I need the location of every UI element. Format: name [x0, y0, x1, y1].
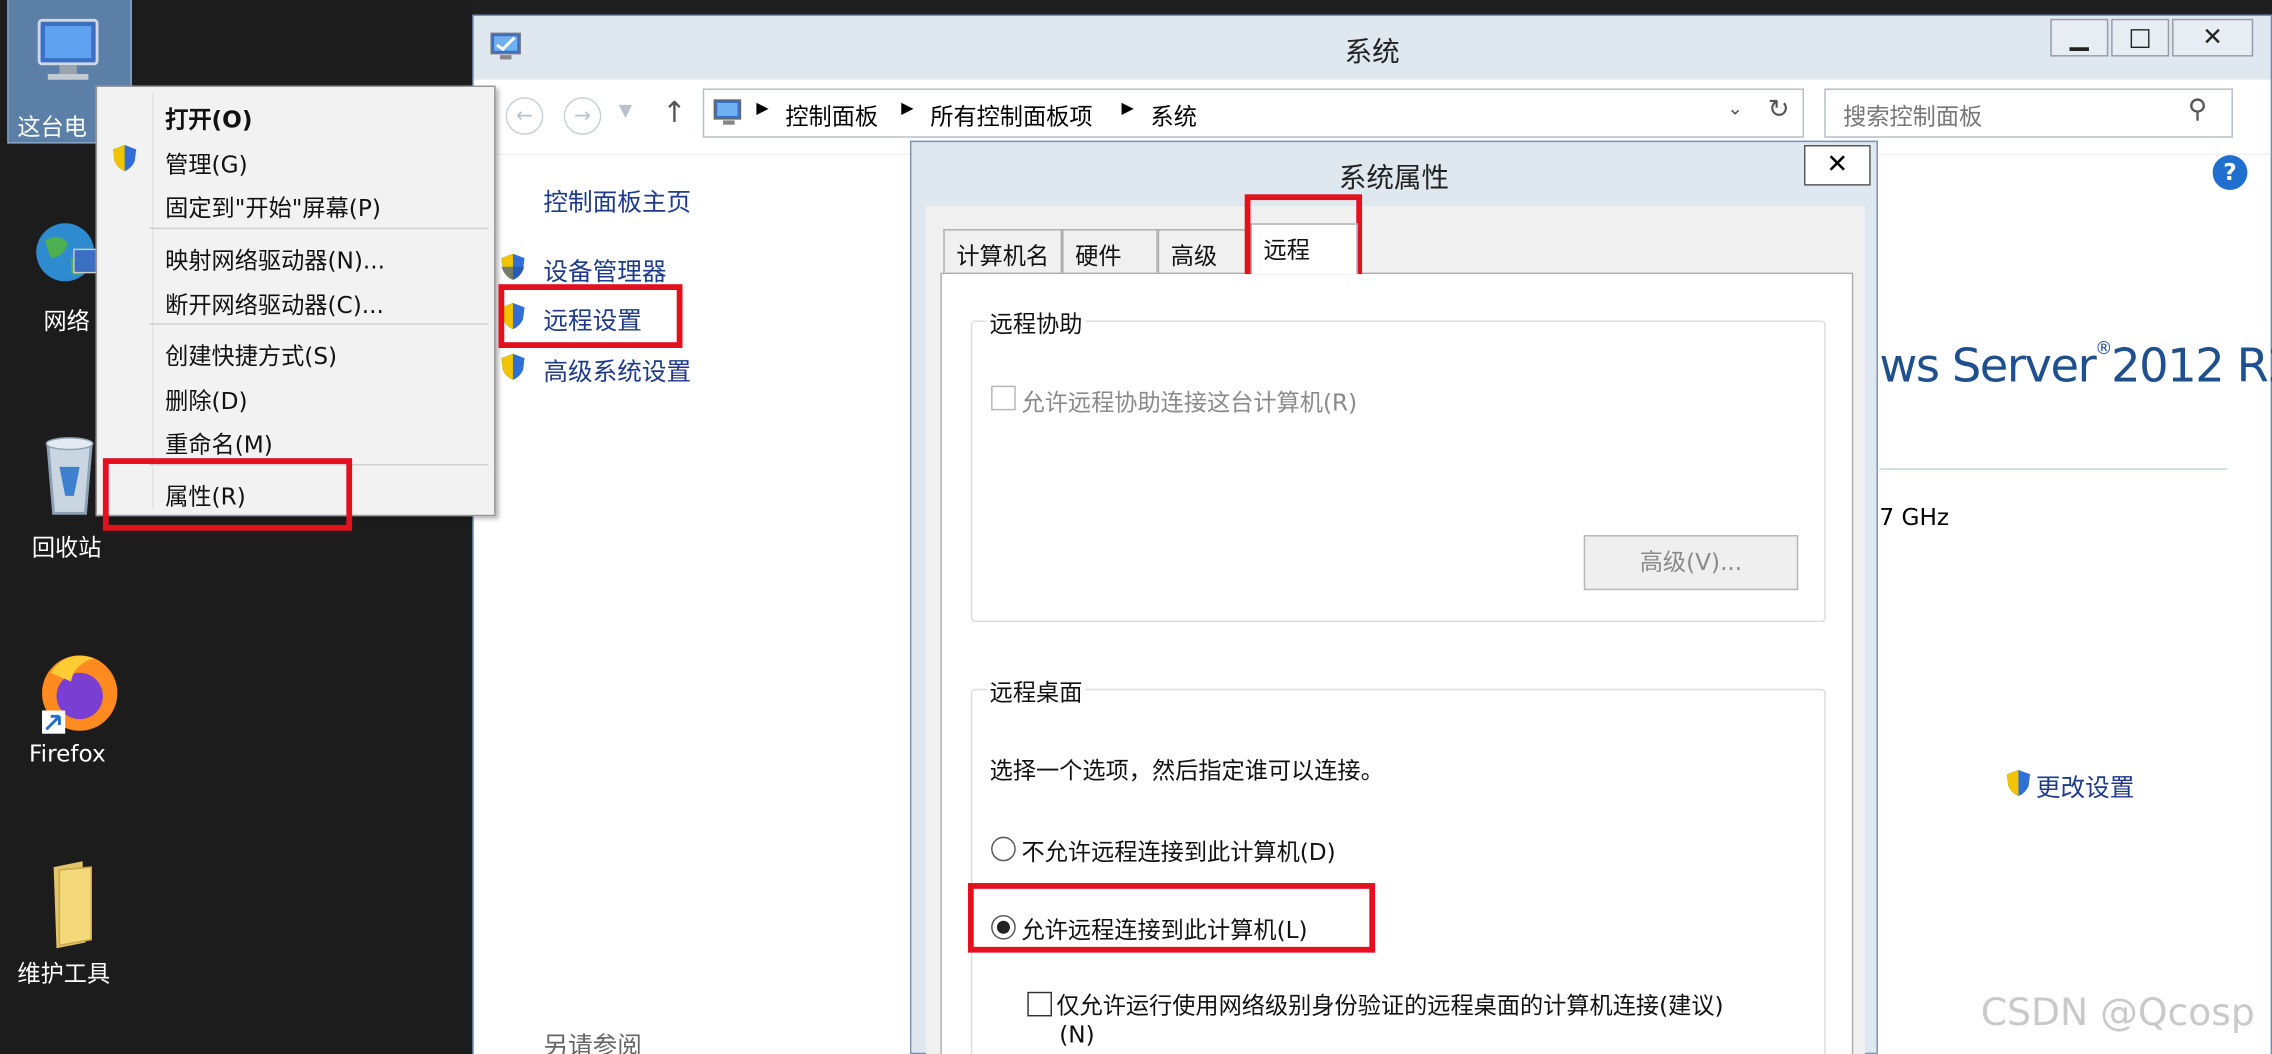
- system-properties-dialog: 系统属性 ✕ 计算机名 硬件 高级 远程 远程协助 允许远程协助连接这台计算机(…: [909, 140, 1878, 1054]
- menu-item-pin-start[interactable]: 固定到"开始"屏幕(P): [165, 189, 381, 224]
- desktop-icon-maintenance-folder[interactable]: 维护工具: [9, 858, 131, 989]
- desktop-icon-label: 这台电: [17, 113, 87, 141]
- shield-icon: [501, 353, 525, 380]
- desktop-icon-label: Firefox: [28, 739, 106, 768]
- breadcrumb-separator-icon: ▶: [756, 98, 769, 118]
- remote-desktop-instruction: 选择一个选项，然后指定谁可以连接。: [989, 756, 1384, 785]
- forward-arrow-icon[interactable]: →: [563, 97, 602, 135]
- advanced-button[interactable]: 高级(V)...: [1583, 535, 1799, 591]
- search-input[interactable]: 搜索控制面板 ⚲: [1824, 88, 2233, 138]
- recent-dropdown-icon[interactable]: ▼: [619, 100, 632, 120]
- remote-assistance-group: 远程协助 允许远程协助连接这台计算机(R) 高级(V)...: [970, 304, 1826, 623]
- menu-item-open[interactable]: 打开(O): [165, 100, 252, 135]
- menu-separator: [149, 227, 489, 230]
- breadcrumb-separator-icon: ▶: [1121, 98, 1134, 118]
- close-button[interactable]: ✕: [2172, 18, 2254, 57]
- menu-item-disconnect-drive[interactable]: 断开网络驱动器(C)...: [165, 286, 384, 321]
- context-menu: 打开(O) 管理(G) 固定到"开始"屏幕(P) 映射网络驱动器(N)... 断…: [95, 85, 496, 517]
- dialog-content: 计算机名 硬件 高级 远程 远程协助 允许远程协助连接这台计算机(R) 高级(V…: [925, 205, 1865, 1054]
- disallow-remote-label: 不允许远程连接到此计算机(D): [1021, 838, 1336, 866]
- cpu-speed: 7 GHz: [1879, 503, 1950, 531]
- desktop-icon-firefox[interactable]: Firefox: [9, 644, 131, 767]
- advanced-system-settings-link[interactable]: 高级系统设置: [543, 351, 691, 387]
- refresh-icon[interactable]: ↻: [1768, 94, 1790, 124]
- screen: 这台电 网络 回收站 Firefox 维护工具 系统 ▁ □ ✕ ← → ▼ ↑…: [0, 0, 2272, 1054]
- search-placeholder: 搜索控制面板: [1843, 102, 1983, 131]
- allow-remote-radio[interactable]: [991, 914, 1016, 940]
- remote-settings-link[interactable]: 远程设置: [543, 300, 642, 336]
- tab-remote[interactable]: 远程: [1250, 223, 1358, 275]
- remote-assistance-label: 远程协助: [986, 304, 1086, 340]
- menu-gutter: [152, 92, 154, 509]
- system-window-titlebar[interactable]: 系统 ▁ □ ✕: [473, 15, 2271, 80]
- menu-item-properties[interactable]: 属性(R): [165, 477, 246, 512]
- tab-computer-name[interactable]: 计算机名: [943, 229, 1063, 273]
- folder-icon: [30, 858, 108, 949]
- remote-desktop-group: 远程桌面 选择一个选项，然后指定谁可以连接。 不允许远程连接到此计算机(D) 允…: [970, 672, 1826, 1054]
- change-settings-link[interactable]: 更改设置: [2036, 767, 2135, 803]
- allow-remote-label: 允许远程连接到此计算机(L): [1021, 916, 1308, 944]
- nla-only-label-shortcut: (N): [1059, 1020, 1095, 1049]
- tab-hardware[interactable]: 硬件: [1062, 229, 1158, 273]
- nla-only-label: 仅允许运行使用网络级别身份验证的远程桌面的计算机连接(建议): [1056, 991, 1724, 1020]
- tab-advanced[interactable]: 高级: [1157, 229, 1248, 273]
- os-version: 2012 R2: [2111, 337, 2272, 393]
- help-icon[interactable]: ?: [2212, 155, 2248, 190]
- os-brand-name: ws Server: [1879, 337, 2096, 393]
- menu-item-create-shortcut[interactable]: 创建快捷方式(S): [165, 336, 337, 371]
- menu-separator: [149, 464, 489, 466]
- breadcrumb-control-panel[interactable]: 控制面板: [785, 97, 878, 132]
- control-panel-icon: [713, 97, 745, 132]
- minimize-button[interactable]: ▁: [2050, 18, 2109, 57]
- address-bar[interactable]: ▶ 控制面板 ▶ 所有控制面板项 ▶ 系统 ⌄ ↻: [702, 88, 1805, 138]
- shield-icon: [2006, 769, 2031, 797]
- menu-item-manage[interactable]: 管理(G): [165, 145, 247, 180]
- back-arrow-icon[interactable]: ←: [505, 97, 544, 135]
- system-window-title: 系统: [1344, 36, 1400, 69]
- computer-icon: [30, 12, 108, 90]
- divider: [1879, 468, 2228, 470]
- remote-desktop-label: 远程桌面: [986, 672, 1086, 708]
- nla-only-checkbox[interactable]: [1027, 991, 1052, 1017]
- registered-mark: ®: [2095, 337, 2112, 359]
- control-panel-home-link[interactable]: 控制面板主页: [543, 181, 691, 218]
- radio-selected-dot: [996, 920, 1010, 934]
- disallow-remote-radio[interactable]: [991, 836, 1016, 862]
- menu-separator: [149, 323, 489, 325]
- dialog-titlebar[interactable]: 系统属性 ✕: [911, 142, 1876, 203]
- os-brand: ws Server®2012 R2: [1879, 338, 2272, 393]
- menu-item-map-drive[interactable]: 映射网络驱动器(N)...: [165, 241, 385, 276]
- breadcrumb-all-items[interactable]: 所有控制面板项: [930, 97, 1092, 132]
- allow-remote-assistance-label: 允许远程协助连接这台计算机(R): [1021, 388, 1358, 417]
- chevron-down-icon[interactable]: ⌄: [1727, 99, 1743, 121]
- dialog-close-button[interactable]: ✕: [1804, 145, 1871, 186]
- desktop-icon-label: 回收站: [31, 533, 102, 562]
- device-manager-link[interactable]: 设备管理器: [543, 251, 666, 287]
- shield-icon: [113, 145, 137, 172]
- menu-item-rename[interactable]: 重命名(M): [165, 425, 273, 460]
- breadcrumb-system[interactable]: 系统: [1151, 97, 1197, 132]
- shield-icon: [501, 253, 525, 280]
- shield-icon: [501, 303, 525, 330]
- menu-item-delete[interactable]: 删除(D): [165, 381, 247, 416]
- up-arrow-icon[interactable]: ↑: [662, 94, 686, 129]
- watermark: CSDN @Qcosp: [1980, 991, 2255, 1036]
- see-also-heading: 另请参阅: [543, 1032, 642, 1054]
- search-icon[interactable]: ⚲: [2188, 94, 2207, 124]
- remote-tab-panel: 远程协助 允许远程协助连接这台计算机(R) 高级(V)... 远程桌面 选择一个…: [940, 272, 1854, 1054]
- desktop-icon-label: 维护工具: [17, 959, 111, 988]
- breadcrumb-separator-icon: ▶: [901, 98, 914, 118]
- firefox-icon: [30, 644, 118, 734]
- dialog-title: 系统属性: [1338, 162, 1449, 195]
- allow-remote-assistance-checkbox[interactable]: [991, 385, 1016, 411]
- maximize-button[interactable]: □: [2111, 18, 2170, 57]
